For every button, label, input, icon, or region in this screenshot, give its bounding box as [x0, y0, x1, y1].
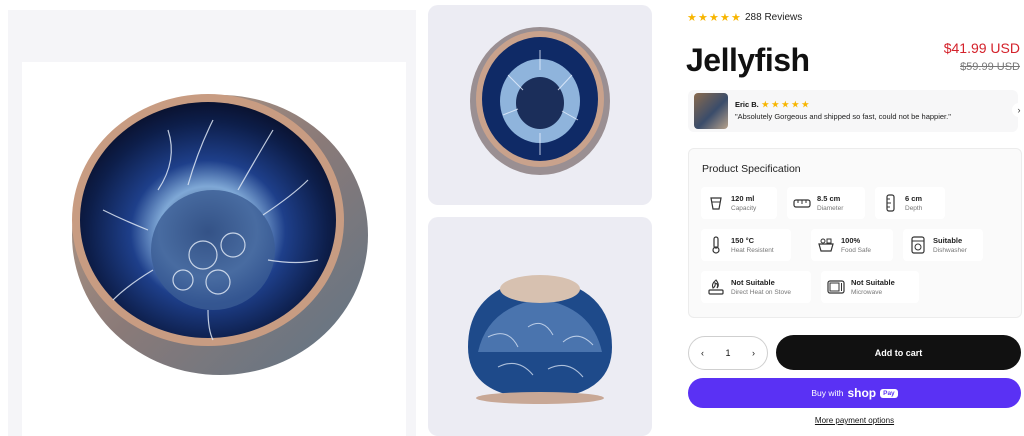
- spec-microwave: Not Suitable Microwave: [821, 271, 919, 303]
- rating-summary[interactable]: ★ ★ ★ ★ ★ 288 Reviews: [687, 12, 802, 23]
- compare-price: $59.99 USD: [960, 61, 1020, 73]
- spec-value: 100%: [841, 236, 861, 245]
- spec-label: Direct Heat on Stove: [731, 289, 791, 296]
- spec-value: Not Suitable: [731, 278, 775, 287]
- product-specification: Product Specification 120 ml Capacity 8.5…: [688, 148, 1022, 318]
- bowl-top-view-image: [72, 94, 368, 375]
- spec-label: Capacity: [731, 205, 757, 212]
- spec-label: Microwave: [851, 289, 883, 296]
- spec-value: 8.5 cm: [817, 194, 841, 203]
- plus-icon[interactable]: ›: [752, 348, 755, 358]
- spec-capacity: 120 ml Capacity: [701, 187, 777, 219]
- spec-label: Food Safe: [841, 247, 871, 254]
- star-icon: ★: [731, 11, 741, 24]
- more-payment-options-link[interactable]: More payment options: [688, 416, 1021, 425]
- thumbnail-bottom-view[interactable]: [428, 217, 652, 436]
- minus-icon[interactable]: ‹: [701, 348, 704, 358]
- cup-icon: [707, 194, 725, 212]
- spec-label: Depth: [905, 205, 923, 212]
- star-icon: ★: [791, 100, 799, 109]
- spec-stove: Not Suitable Direct Heat on Stove: [701, 271, 811, 303]
- shop-pay-prefix: Buy with: [811, 388, 844, 398]
- star-icon: ★: [698, 11, 708, 24]
- reviewer-photo: [694, 93, 728, 129]
- star-icon: ★: [801, 100, 809, 109]
- shop-brand: shop: [847, 386, 877, 400]
- spec-label: Dishwasher: [933, 247, 967, 254]
- spec-value: 120 ml: [731, 194, 755, 203]
- product-price: $41.99 USD: [943, 40, 1020, 56]
- spec-diameter: 8.5 cm Diameter: [787, 187, 865, 219]
- spec-depth: 6 cm Depth: [875, 187, 945, 219]
- product-title: Jellyfish: [686, 42, 810, 78]
- shop-pay-badge: Pay: [880, 388, 898, 398]
- star-icon: ★: [687, 11, 697, 24]
- testimonial-card: Eric B. ★ ★ ★ ★ ★ "Absolutely Gorgeous a…: [688, 90, 1018, 132]
- spec-value: Not Suitable: [851, 278, 895, 287]
- chevron-right-icon[interactable]: ›: [1012, 103, 1024, 117]
- star-icon: ★: [709, 11, 719, 24]
- bowl-thumbnail-image: [470, 27, 610, 175]
- dishwasher-icon: [909, 236, 927, 254]
- spec-dishwasher: Suitable Dishwasher: [903, 229, 983, 261]
- buy-with-shop-pay-button[interactable]: Buy with shop Pay: [688, 378, 1021, 408]
- add-to-cart-button[interactable]: Add to cart: [776, 335, 1021, 370]
- main-product-image[interactable]: [8, 10, 416, 436]
- quantity-value[interactable]: 1: [725, 348, 730, 358]
- microwave-icon: [827, 278, 845, 296]
- star-icon: ★: [720, 11, 730, 24]
- spec-label: Heat Resistent: [731, 247, 774, 254]
- spec-value: 6 cm: [905, 194, 923, 203]
- star-icon: ★: [771, 100, 779, 109]
- ruler-icon: [793, 194, 811, 212]
- reviewer-name-row: Eric B. ★ ★ ★ ★ ★: [735, 100, 809, 109]
- thumbnail-top-view[interactable]: [428, 5, 652, 205]
- depth-ruler-icon: [881, 194, 899, 212]
- reviews-count: 288 Reviews: [745, 12, 803, 23]
- bowl-bottom-thumbnail-image: [468, 275, 612, 404]
- food-safe-icon: [817, 236, 835, 254]
- spec-heat: 150 °C Heat Resistent: [701, 229, 791, 261]
- quantity-stepper[interactable]: ‹ 1 ›: [688, 336, 768, 370]
- spec-label: Diameter: [817, 205, 844, 212]
- star-icon: ★: [761, 100, 769, 109]
- spec-value: 150 °C: [731, 236, 755, 245]
- rating-stars: ★ ★ ★ ★ ★: [687, 11, 741, 24]
- testimonial-quote: "Absolutely Gorgeous and shipped so fast…: [735, 112, 951, 121]
- star-icon: ★: [781, 100, 789, 109]
- spec-food-safe: 100% Food Safe: [811, 229, 893, 261]
- spec-title: Product Specification: [702, 163, 801, 175]
- spec-value: Suitable: [933, 236, 963, 245]
- stove-flame-icon: [707, 278, 725, 296]
- thermometer-icon: [707, 236, 725, 254]
- reviewer-name: Eric B.: [735, 100, 759, 109]
